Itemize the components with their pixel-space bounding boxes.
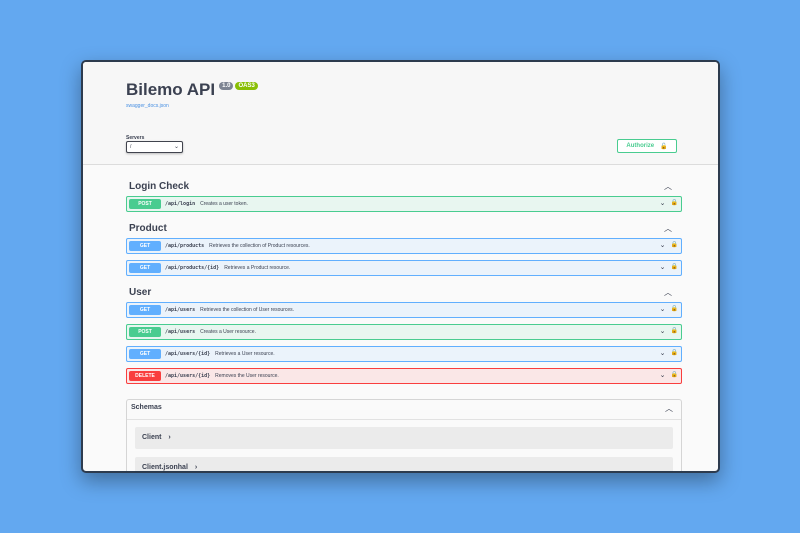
chevron-up-icon: ︿ bbox=[664, 224, 672, 233]
model-name: Client.jsonhal bbox=[142, 464, 188, 471]
model-client[interactable]: Client › bbox=[135, 427, 673, 449]
operation-controls: ⌄ 🔒 bbox=[660, 305, 678, 313]
lock-icon[interactable]: 🔒 bbox=[671, 263, 678, 271]
operations-list: Login Check ︿ POST/api/login Creates a user… bbox=[126, 170, 682, 390]
operation-path: /api/users bbox=[165, 329, 196, 335]
authorize-label: Authorize bbox=[626, 143, 655, 149]
operation-summary: Retrieves the collection of Product reso… bbox=[209, 243, 310, 249]
model-name: Client bbox=[142, 434, 162, 441]
schemas-header[interactable]: Schemas ︿ bbox=[127, 400, 681, 420]
schemas-title: Schemas bbox=[131, 404, 162, 411]
servers-selected-value: / bbox=[130, 144, 132, 150]
chevron-down-icon: ⌄ bbox=[173, 144, 179, 150]
lock-icon[interactable]: 🔒 bbox=[671, 327, 678, 335]
chevron-up-icon: ︿ bbox=[665, 404, 673, 413]
spec-link[interactable]: swagger_docs.json bbox=[126, 103, 718, 109]
chevron-up-icon: ︿ bbox=[664, 288, 672, 297]
method-badge: GET bbox=[129, 241, 161, 251]
operation-path: /api/login bbox=[165, 201, 196, 207]
chevron-right-icon: › bbox=[168, 434, 171, 441]
method-badge: GET bbox=[129, 305, 161, 315]
api-title: Bilemo API bbox=[126, 80, 216, 99]
tag-name: Product bbox=[129, 223, 167, 234]
operation-row[interactable]: GET/api/products/{id} Retrieves a Product… bbox=[126, 260, 682, 276]
model-client-jsonhal[interactable]: Client.jsonhal › bbox=[135, 457, 673, 471]
scheme-container: Servers / ⌄ Authorize 🔓 bbox=[83, 133, 718, 165]
operation-path: /api/users bbox=[165, 307, 196, 313]
method-badge: POST bbox=[129, 327, 161, 337]
version-badge: 1.0 bbox=[219, 82, 234, 90]
oas-badge: OAS3 bbox=[235, 82, 258, 90]
lock-icon[interactable]: 🔒 bbox=[671, 349, 678, 357]
tag-header[interactable]: Login Check ︿ bbox=[126, 176, 682, 196]
tag-name: User bbox=[129, 287, 152, 298]
operation-summary: Removes the User resource. bbox=[215, 373, 279, 379]
chevron-up-icon: ︿ bbox=[664, 182, 672, 191]
chevron-down-icon[interactable]: ⌄ bbox=[660, 305, 666, 313]
chevron-down-icon[interactable]: ⌄ bbox=[660, 199, 666, 207]
method-badge: POST bbox=[129, 199, 161, 209]
tag-header[interactable]: User ︿ bbox=[126, 282, 682, 302]
operation-controls: ⌄ 🔒 bbox=[660, 349, 678, 357]
lock-icon[interactable]: 🔒 bbox=[671, 305, 678, 313]
operation-summary: Creates a user token. bbox=[200, 201, 248, 207]
operation-controls: ⌄ 🔒 bbox=[660, 371, 678, 379]
operation-row[interactable]: GET/api/users Retrieves the collection of… bbox=[126, 302, 682, 318]
servers-select[interactable]: / ⌄ bbox=[126, 141, 183, 153]
chevron-down-icon[interactable]: ⌄ bbox=[660, 371, 666, 379]
chevron-right-icon: › bbox=[194, 464, 198, 471]
chevron-down-icon[interactable]: ⌄ bbox=[660, 349, 666, 357]
tag-header[interactable]: Product ︿ bbox=[126, 218, 682, 238]
tag-name: Login Check bbox=[129, 181, 190, 192]
operation-summary: Retrieves a Product resource. bbox=[224, 265, 291, 271]
schemas-section: Schemas ︿ Client › Client.jsonhal › bbox=[126, 399, 682, 471]
operation-row[interactable]: POST/api/login Creates a user token. ⌄ 🔒 bbox=[126, 196, 682, 212]
method-badge: DELETE bbox=[129, 371, 161, 381]
lock-icon[interactable]: 🔒 bbox=[671, 199, 678, 207]
method-badge: GET bbox=[129, 263, 161, 273]
operation-row[interactable]: GET/api/products Retrieves the collection… bbox=[126, 238, 682, 254]
operation-row[interactable]: POST/api/users Creates a User resource. ⌄ 🔒 bbox=[126, 324, 682, 340]
lock-icon[interactable]: 🔒 bbox=[671, 371, 678, 379]
chevron-down-icon[interactable]: ⌄ bbox=[660, 263, 666, 271]
operation-controls: ⌄ 🔒 bbox=[660, 263, 678, 271]
operation-summary: Retrieves the collection of User resourc… bbox=[200, 307, 295, 313]
operation-row[interactable]: DELETE/api/users/{id} Removes the User re… bbox=[126, 368, 682, 384]
operation-summary: Retrieves a User resource. bbox=[215, 351, 275, 357]
operation-row[interactable]: GET/api/users/{id} Retrieves a User resou… bbox=[126, 346, 682, 362]
operation-summary: Creates a User resource. bbox=[200, 329, 256, 335]
lock-icon[interactable]: 🔒 bbox=[671, 241, 678, 249]
method-badge: GET bbox=[129, 349, 161, 359]
lock-icon: 🔓 bbox=[660, 143, 668, 150]
operation-controls: ⌄ 🔒 bbox=[660, 327, 678, 335]
operation-path: /api/products/{id} bbox=[165, 265, 220, 271]
authorize-button[interactable]: Authorize 🔓 bbox=[617, 139, 677, 153]
operation-path: /api/products bbox=[165, 243, 205, 249]
chevron-down-icon[interactable]: ⌄ bbox=[660, 241, 666, 249]
operation-path: /api/users/{id} bbox=[165, 373, 211, 379]
operation-path: /api/users/{id} bbox=[165, 351, 211, 357]
operation-controls: ⌄ 🔒 bbox=[660, 241, 678, 249]
browser-window: Bilemo API 1.0 OAS3 swagger_docs.json Se… bbox=[81, 60, 720, 473]
chevron-down-icon[interactable]: ⌄ bbox=[660, 327, 666, 335]
operation-controls: ⌄ 🔒 bbox=[660, 199, 678, 207]
